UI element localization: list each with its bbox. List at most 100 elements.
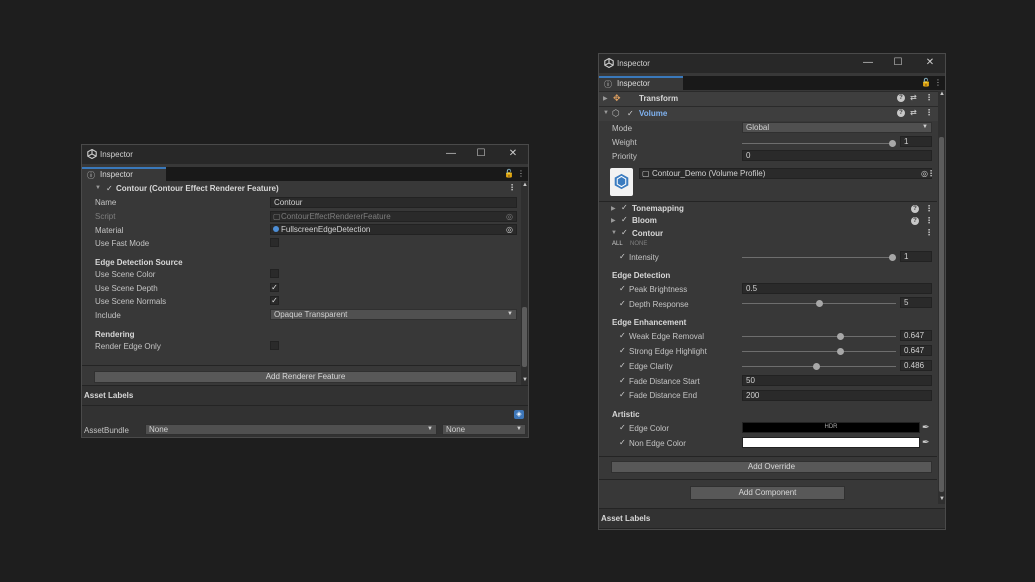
profile-menu-icon[interactable]: ⋮ (927, 169, 935, 178)
help-icon[interactable]: ? (911, 217, 919, 225)
profile-field[interactable]: ▢ Contour_Demo (Volume Profile) ◎ (639, 168, 932, 179)
enabled-checkbox[interactable]: ✓ (106, 184, 113, 193)
edge-color-override-checkbox[interactable]: ✓ (619, 423, 626, 432)
component-menu-icon[interactable]: ⋮ (925, 93, 933, 102)
foldout-arrow-icon[interactable]: ▼ (611, 230, 617, 236)
weak-edge-field[interactable]: 0.647 (900, 330, 932, 341)
fade-end-field[interactable]: 200 (742, 390, 932, 401)
presets-icon[interactable]: ⇄ (910, 108, 917, 117)
help-icon[interactable]: ? (897, 109, 905, 117)
weight-field[interactable]: 1 (900, 136, 932, 147)
contour-title[interactable]: Contour (632, 229, 663, 238)
component-header[interactable]: ▼ ✓ Contour (Contour Effect Renderer Fea… (82, 182, 528, 196)
bloom-title[interactable]: Bloom (632, 216, 657, 225)
select-none-button[interactable]: NONE (630, 241, 647, 247)
scene-depth-checkbox[interactable]: ✓ (270, 283, 279, 292)
vertical-scrollbar[interactable]: ▲ ▼ (521, 182, 528, 385)
transform-header[interactable]: ▶ ✥ Transform ? ⇄ ⋮ (599, 91, 945, 106)
weak-slider-track[interactable] (742, 336, 896, 337)
title-bar[interactable]: Inspector — ☐ ✕ (599, 54, 945, 73)
help-icon[interactable]: ? (911, 205, 919, 213)
foldout-arrow-icon[interactable]: ▶ (611, 205, 616, 212)
foldout-arrow-icon[interactable]: ▶ (603, 95, 608, 102)
fade-end-override-checkbox[interactable]: ✓ (619, 390, 626, 399)
foldout-arrow-icon[interactable]: ▼ (603, 110, 609, 116)
clarity-override-checkbox[interactable]: ✓ (619, 361, 626, 370)
asset-variant-dropdown[interactable]: None ▼ (442, 424, 526, 435)
non-edge-color-override-checkbox[interactable]: ✓ (619, 438, 626, 447)
peak-brightness-field[interactable]: 0.5 (742, 283, 932, 294)
fade-start-override-checkbox[interactable]: ✓ (619, 376, 626, 385)
object-picker-icon[interactable]: ◎ (506, 225, 513, 234)
scroll-down-icon[interactable]: ▼ (522, 377, 528, 383)
add-renderer-feature-button[interactable]: Add Renderer Feature (94, 371, 517, 383)
tab-inspector[interactable]: ⓘ Inspector (599, 76, 683, 90)
edge-clarity-field[interactable]: 0.486 (900, 360, 932, 371)
strong-override-checkbox[interactable]: ✓ (619, 346, 626, 355)
priority-field[interactable]: 0 (742, 150, 932, 161)
render-edge-only-checkbox[interactable] (270, 341, 279, 350)
asset-bundle-dropdown[interactable]: None ▼ (145, 424, 437, 435)
label-tag-icon[interactable]: ◈ (514, 410, 524, 419)
depth-response-field[interactable]: 5 (900, 297, 932, 308)
scroll-up-icon[interactable]: ▲ (939, 91, 945, 97)
override-menu-icon[interactable]: ⋮ (925, 216, 933, 225)
strong-slider-track[interactable] (742, 351, 896, 352)
scroll-up-icon[interactable]: ▲ (522, 182, 528, 188)
tonemapping-title[interactable]: Tonemapping (632, 204, 684, 213)
title-bar[interactable]: Inspector — ☐ ✕ (82, 145, 528, 164)
scrollbar-thumb[interactable] (939, 137, 944, 492)
fast-mode-checkbox[interactable] (270, 238, 279, 247)
vertical-scrollbar[interactable]: ▲ ▼ (938, 91, 945, 504)
weak-override-checkbox[interactable]: ✓ (619, 331, 626, 340)
eyedropper-icon[interactable]: ✒ (922, 437, 930, 448)
bloom-checkbox[interactable]: ✓ (621, 215, 628, 224)
scrollbar-thumb[interactable] (522, 307, 527, 367)
scene-color-checkbox[interactable] (270, 269, 279, 278)
volume-enabled-checkbox[interactable]: ✓ (627, 109, 634, 118)
close-button[interactable]: ✕ (923, 57, 937, 69)
strong-slider-thumb[interactable] (837, 348, 845, 355)
tonemapping-checkbox[interactable]: ✓ (621, 203, 628, 212)
foldout-arrow-icon[interactable]: ▶ (611, 217, 616, 224)
peak-override-checkbox[interactable]: ✓ (619, 284, 626, 293)
add-override-button[interactable]: Add Override (611, 461, 932, 473)
kebab-menu-icon[interactable]: ⋮ (934, 76, 942, 90)
maximize-button[interactable]: ☐ (474, 148, 488, 160)
close-button[interactable]: ✕ (506, 148, 520, 160)
intensity-slider-track[interactable] (742, 257, 896, 258)
tab-inspector[interactable]: ⓘ Inspector (82, 167, 166, 181)
volume-header[interactable]: ▼ ⬡ ✓ Volume ? ⇄ ⋮ (599, 106, 945, 121)
strong-edge-field[interactable]: 0.647 (900, 345, 932, 356)
add-component-button[interactable]: Add Component (690, 486, 845, 500)
foldout-arrow-icon[interactable]: ▼ (95, 185, 101, 191)
weight-slider-thumb[interactable] (889, 140, 896, 147)
depth-override-checkbox[interactable]: ✓ (619, 299, 626, 308)
lock-icon[interactable]: 🔓 (921, 76, 931, 90)
name-field[interactable]: Contour (270, 197, 517, 208)
kebab-menu-icon[interactable]: ⋮ (517, 167, 525, 181)
intensity-field[interactable]: 1 (900, 251, 932, 262)
intensity-slider-thumb[interactable] (889, 254, 896, 261)
include-dropdown[interactable]: Opaque Transparent ▼ (270, 309, 517, 320)
non-edge-color-swatch[interactable] (742, 437, 920, 448)
contour-checkbox[interactable]: ✓ (621, 228, 628, 237)
override-menu-icon[interactable]: ⋮ (925, 228, 933, 237)
component-menu-icon[interactable]: ⋮ (925, 108, 933, 117)
intensity-override-checkbox[interactable]: ✓ (619, 252, 626, 261)
minimize-button[interactable]: — (444, 148, 458, 160)
weight-slider-track[interactable] (742, 143, 896, 144)
eyedropper-icon[interactable]: ✒ (922, 422, 930, 433)
weak-slider-thumb[interactable] (837, 333, 845, 340)
select-all-button[interactable]: ALL (612, 241, 623, 247)
component-menu-icon[interactable]: ⋮ (508, 183, 516, 192)
depth-slider-thumb[interactable] (815, 300, 823, 307)
lock-icon[interactable]: 🔓 (504, 167, 514, 181)
clarity-slider-thumb[interactable] (813, 363, 821, 370)
override-menu-icon[interactable]: ⋮ (925, 204, 933, 213)
fade-start-field[interactable]: 50 (742, 375, 932, 386)
scene-normals-checkbox[interactable]: ✓ (270, 296, 279, 305)
presets-icon[interactable]: ⇄ (910, 93, 917, 102)
help-icon[interactable]: ? (897, 94, 905, 102)
edge-color-swatch[interactable]: HDR (742, 422, 920, 433)
